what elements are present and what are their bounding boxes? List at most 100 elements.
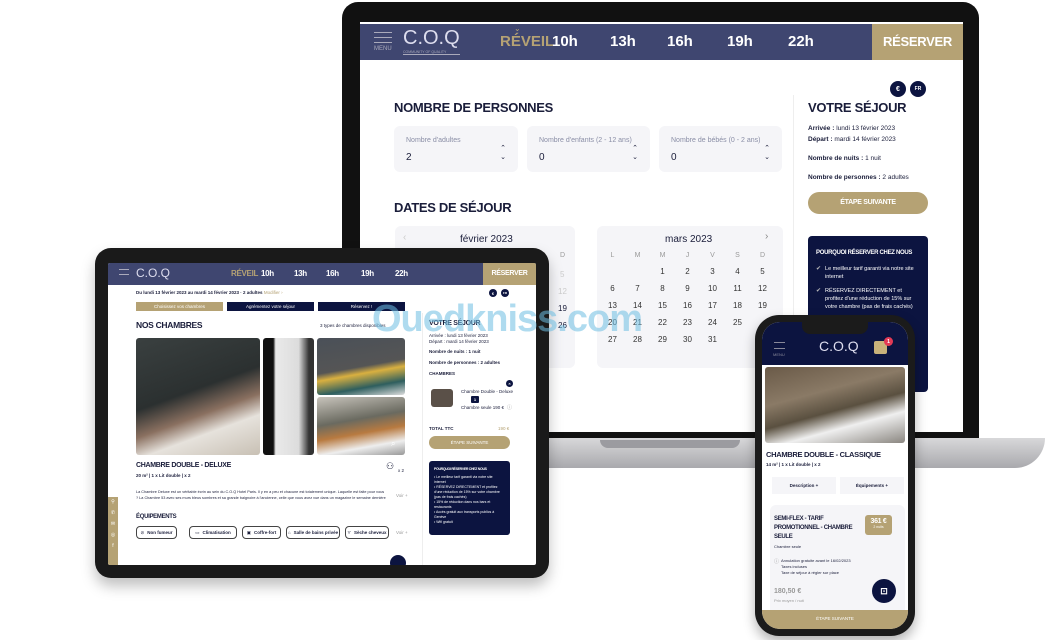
day-cell[interactable]: 9 [675, 280, 700, 297]
day-cell[interactable]: 12 [558, 287, 567, 296]
equipment-ac: ▭ Climatisation [189, 526, 237, 539]
rate-sub: Chambre seule [774, 544, 802, 549]
stepper-icon[interactable]: ⌃ ⌄ [632, 144, 638, 162]
day-cell[interactable]: 16 [675, 297, 700, 314]
day-cell[interactable]: 6 [600, 280, 625, 297]
day-cell[interactable]: 31 [700, 331, 725, 348]
day-cell[interactable]: 15 [650, 297, 675, 314]
day-cell[interactable]: 3 [700, 263, 725, 280]
day-header: L [610, 252, 615, 259]
nav-13h[interactable]: 13h [610, 33, 636, 50]
nav-16h[interactable]: 16h [326, 269, 339, 278]
facebook-icon[interactable]: f [108, 541, 118, 552]
day-cell[interactable]: 30 [675, 331, 700, 348]
location-icon[interactable]: ⚲ [108, 497, 118, 508]
nav-19h[interactable]: 19h [361, 269, 374, 278]
day-cell[interactable]: 5 [560, 270, 564, 279]
nav-22h[interactable]: 22h [788, 33, 814, 50]
day-cell[interactable]: 1 [650, 263, 675, 280]
next-step-button[interactable]: ÉTAPE SUIVANTE [808, 192, 928, 214]
info-icon[interactable]: ⓘ [507, 404, 512, 411]
menu-icon[interactable]: MENU [374, 32, 392, 52]
nav-16h[interactable]: 16h [667, 33, 693, 50]
mail-icon[interactable]: ✉ [108, 519, 118, 530]
step-choose-rooms[interactable]: Choisissez vos chambres [136, 302, 223, 311]
why-item-text: RÉSERVEZ DIRECTEMENT et profitez d'une r… [434, 485, 500, 499]
day-cell[interactable]: 24 [700, 314, 725, 331]
day-cell[interactable]: 4 [725, 263, 750, 280]
next-step-button[interactable]: ÉTAPE SUIVANTE [429, 436, 510, 449]
room-photo-2[interactable] [317, 338, 405, 395]
zoom-icon[interactable]: ⌕ [391, 439, 395, 449]
nav-reveil[interactable]: RÉVEIL [231, 269, 258, 278]
day-cell[interactable]: 17 [700, 297, 725, 314]
sidebar-social: ⚲ ✆ ✉ ◎ f [108, 497, 118, 565]
language-button[interactable]: FR [910, 81, 926, 97]
modify-link[interactable]: Modifier › [264, 290, 283, 295]
day-cell[interactable]: 7 [625, 280, 650, 297]
instagram-icon[interactable]: ◎ [108, 530, 118, 541]
bag-icon: ⊡ [880, 585, 888, 596]
check-icon: ✔ [816, 266, 822, 272]
nav-19h[interactable]: 19h [727, 33, 753, 50]
menu-icon[interactable] [774, 342, 785, 349]
reserve-button[interactable]: RÉSERVER [483, 263, 536, 285]
why-item-text: Le meilleur tarif garanti via notre site… [434, 475, 493, 484]
reserve-button[interactable]: RÉSERVER [872, 24, 963, 60]
day-cell[interactable]: 12 [750, 280, 775, 297]
day-header: D [560, 252, 566, 259]
day-header: D [759, 252, 766, 259]
day-cell[interactable]: 22 [650, 314, 675, 331]
chat-button[interactable] [390, 555, 406, 565]
nav-10h[interactable]: 10h [552, 33, 578, 50]
language-button[interactable]: FR [501, 289, 509, 297]
stepper-icon[interactable]: ⌃ ⌄ [764, 144, 770, 162]
tab-equipment[interactable]: Équipements + [840, 477, 904, 494]
chevron-left-icon[interactable]: ‹ [403, 232, 406, 243]
day-cell[interactable]: 2 [675, 263, 700, 280]
day-cell[interactable]: 29 [650, 331, 675, 348]
logo[interactable]: C.O.Q COMMUNITY OF QUALITY [403, 27, 460, 55]
children-input[interactable]: Nombre d'enfants (2 - 12 ans) 0 ⌃ ⌄ [527, 126, 650, 172]
phone-icon[interactable]: ✆ [108, 508, 118, 519]
room-photo-main[interactable] [136, 338, 260, 455]
step-enhance-stay[interactable]: Agrémentez votre séjour [227, 302, 314, 311]
day-cell[interactable]: 25 [725, 314, 750, 331]
room-photo[interactable] [765, 367, 905, 443]
currency-button[interactable]: € [489, 289, 497, 297]
description-more-link[interactable]: Voir + [396, 493, 408, 498]
nav-10h[interactable]: 10h [261, 269, 274, 278]
laptop-notch [600, 440, 740, 448]
day-cell[interactable]: 8 [650, 280, 675, 297]
next-step-button[interactable]: ÉTAPE SUIVANTE [762, 610, 908, 629]
day-cell[interactable]: 11 [725, 280, 750, 297]
stepper-icon[interactable]: ⌃ ⌄ [500, 144, 506, 162]
day-cell[interactable]: 19 [750, 297, 775, 314]
price-badge[interactable]: 361 € 2 nuits [865, 515, 892, 535]
nav-13h[interactable]: 13h [294, 269, 307, 278]
safe-icon: ▣ [246, 529, 251, 535]
quantity-value[interactable]: 1 [471, 396, 479, 403]
chevron-right-icon[interactable]: › [765, 231, 768, 242]
adults-input[interactable]: Nombre d'adultes 2 ⌃ ⌄ [394, 126, 518, 172]
day-cell[interactable]: 10 [700, 280, 725, 297]
logo-text[interactable]: C.O.Q [819, 338, 859, 354]
equipment-more-link[interactable]: Voir + [396, 530, 408, 535]
calendar-week: 12345 [600, 263, 775, 280]
babies-label: Nombre de bébés (0 - 2 ans) [671, 137, 761, 144]
day-header: M [634, 252, 641, 259]
day-cell[interactable]: 5 [750, 263, 775, 280]
nav-reveil[interactable]: RÉVEIL [500, 33, 554, 50]
room-photo-bathroom[interactable] [263, 338, 314, 455]
tab-description[interactable]: Description + [772, 477, 836, 494]
menu-icon[interactable] [119, 269, 129, 275]
currency-button[interactable]: € [890, 81, 906, 97]
remove-room-button[interactable]: × [506, 380, 513, 387]
day-cell[interactable]: 18 [725, 297, 750, 314]
day-cell[interactable]: 23 [675, 314, 700, 331]
logo-text[interactable]: C.O.Q [136, 266, 170, 280]
cart-button[interactable]: ⊡ [872, 579, 896, 603]
babies-input[interactable]: Nombre de bébés (0 - 2 ans) 0 ⌃ ⌄ [659, 126, 782, 172]
why-item: ✔ Le meilleur tarif garanti via notre sit… [816, 265, 920, 281]
nav-22h[interactable]: 22h [395, 269, 408, 278]
